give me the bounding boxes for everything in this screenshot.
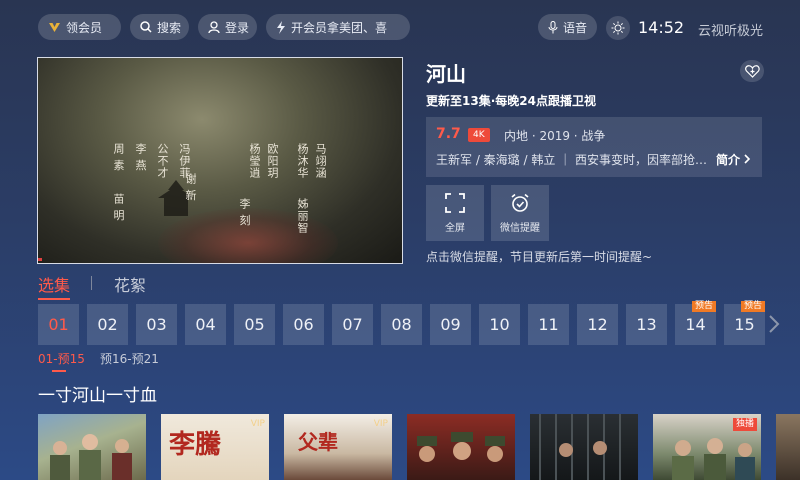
vip-tag: VIP [373, 419, 388, 429]
show-meta: 内地 · 2019 · 战争 [504, 129, 606, 143]
fullscreen-label: 全屏 [445, 222, 465, 234]
episode-button[interactable]: 11 [528, 304, 569, 345]
episode-number: 15 [734, 315, 755, 334]
clock-time: 14:52 [638, 18, 685, 37]
episode-button[interactable]: 04 [185, 304, 226, 345]
update-status: 更新至13集·每晚24点跟播卫视 [426, 94, 596, 108]
credit-name: 李 刻 [238, 198, 251, 227]
vip-label: 领会员 [66, 20, 103, 35]
vip-tag: VIP [250, 419, 265, 429]
poster-image [539, 414, 621, 480]
episode-range[interactable]: 预16-预21 [100, 350, 159, 367]
4k-badge: 4K [468, 128, 490, 142]
weather-button[interactable] [606, 16, 630, 40]
credit-name: 公不才 [156, 143, 169, 179]
search-button[interactable]: 搜索 [130, 14, 189, 40]
episode-button[interactable]: 05 [234, 304, 275, 345]
episode-button[interactable]: 07 [332, 304, 373, 345]
favorite-button[interactable] [740, 60, 764, 82]
cast-summary: 王新军 / 秦海璐 / 韩立 ｜ 西安事变时，因率部抢占… [436, 153, 714, 167]
microphone-icon [548, 20, 558, 33]
login-button[interactable]: 登录 [198, 14, 257, 40]
alarm-clock-icon [511, 193, 529, 212]
credit-name: 欧阳玥 [266, 143, 279, 179]
tab-extras[interactable]: 花絮 [114, 272, 146, 296]
user-icon [208, 21, 220, 33]
credit-name: 周 素 [112, 143, 125, 172]
search-label: 搜索 [157, 20, 182, 35]
credit-name: 杨沐华 [296, 143, 309, 179]
credit-name: 杨瑩逍 [248, 143, 261, 179]
preview-badge: 预告 [740, 301, 765, 312]
episode-button[interactable]: 09 [430, 304, 471, 345]
episode-range-active[interactable]: 01-预15 [38, 350, 85, 372]
poster-card[interactable]: 独播 [653, 414, 761, 480]
show-title: 河山 [426, 62, 466, 86]
episode-number: 14 [685, 315, 706, 334]
poster-title-art: 李騰 [169, 430, 222, 460]
wechat-reminder-label: 微信提醒 [500, 222, 540, 234]
episode-button[interactable]: 12 [577, 304, 618, 345]
brand-logo-text: 云视听极光 [698, 24, 764, 39]
poster-title-art: 父辈 [298, 430, 338, 454]
episode-button[interactable]: 13 [626, 304, 667, 345]
episode-button[interactable]: 01 [38, 304, 79, 345]
episode-button[interactable]: 10 [479, 304, 520, 345]
episode-button[interactable]: 06 [283, 304, 324, 345]
chevron-right-icon [744, 154, 751, 164]
poster-card[interactable] [38, 414, 146, 480]
poster-card[interactable] [776, 414, 800, 480]
voice-label: 语音 [563, 20, 588, 35]
video-preview[interactable]: 马翊涵 杨沐华 姊丽智 欧阳玥 杨瑩逍 李 刻 谢 新 冯伊菲 公不才 李 燕 … [37, 57, 403, 264]
heart-plus-icon [744, 64, 760, 78]
recommend-section-title: 一寸河山一寸血 [38, 386, 157, 406]
intro-link[interactable]: 简介 [716, 151, 751, 168]
poster-card[interactable] [530, 414, 638, 480]
credit-name: 马翊涵 [314, 143, 327, 179]
poster-card[interactable] [407, 414, 515, 480]
rating-score: 7.7 [436, 126, 461, 142]
episode-button[interactable]: 15 预告 [724, 301, 765, 345]
episode-button[interactable]: 02 [87, 304, 128, 345]
poster-image [50, 434, 132, 480]
poster-image [417, 432, 505, 462]
credit-name: 姊丽智 [296, 198, 309, 234]
voice-button[interactable]: 语音 [538, 14, 597, 40]
episode-button[interactable]: 14 预告 [675, 301, 716, 345]
poster-card[interactable]: 李騰 VIP [161, 414, 269, 480]
credit-name: 冯伊菲 [178, 143, 191, 179]
search-icon [140, 21, 152, 33]
promo-banner[interactable]: 开会员拿美团、喜 [266, 14, 410, 40]
wechat-reminder-button[interactable]: 微信提醒 [491, 185, 549, 241]
login-label: 登录 [225, 20, 250, 35]
episode-button[interactable]: 08 [381, 304, 422, 345]
intro-label: 简介 [716, 153, 741, 167]
episode-button[interactable]: 03 [136, 304, 177, 345]
sun-icon [611, 21, 625, 35]
preview-badge: 预告 [691, 301, 716, 312]
promo-label: 开会员拿美团、喜 [291, 20, 388, 35]
credit-name: 李 燕 [134, 143, 147, 172]
top-bar: 领会员 搜索 登录 开会员拿美团、喜 语音 14:52 云视听极光 [0, 0, 800, 56]
vip-crown-icon [49, 22, 60, 32]
chevron-right-icon[interactable] [768, 314, 780, 334]
vip-button[interactable]: 领会员 [38, 14, 121, 40]
exclusive-tag: 独播 [732, 418, 757, 431]
tab-episodes[interactable]: 选集 [38, 272, 71, 300]
fullscreen-button[interactable]: 全屏 [426, 185, 484, 241]
fullscreen-icon [445, 192, 465, 213]
reminder-tip: 点击微信提醒，节目更新后第一时间提醒~ [426, 250, 653, 264]
progress-indicator [38, 258, 42, 261]
credit-name: 苗 明 [112, 193, 125, 222]
tab-divider [91, 276, 92, 290]
lightning-icon [277, 20, 285, 34]
info-panel[interactable]: 7.7 4K 内地 · 2019 · 战争 王新军 / 秦海璐 / 韩立 ｜ 西… [426, 117, 762, 177]
poster-card[interactable]: 父辈 VIP [284, 414, 392, 480]
